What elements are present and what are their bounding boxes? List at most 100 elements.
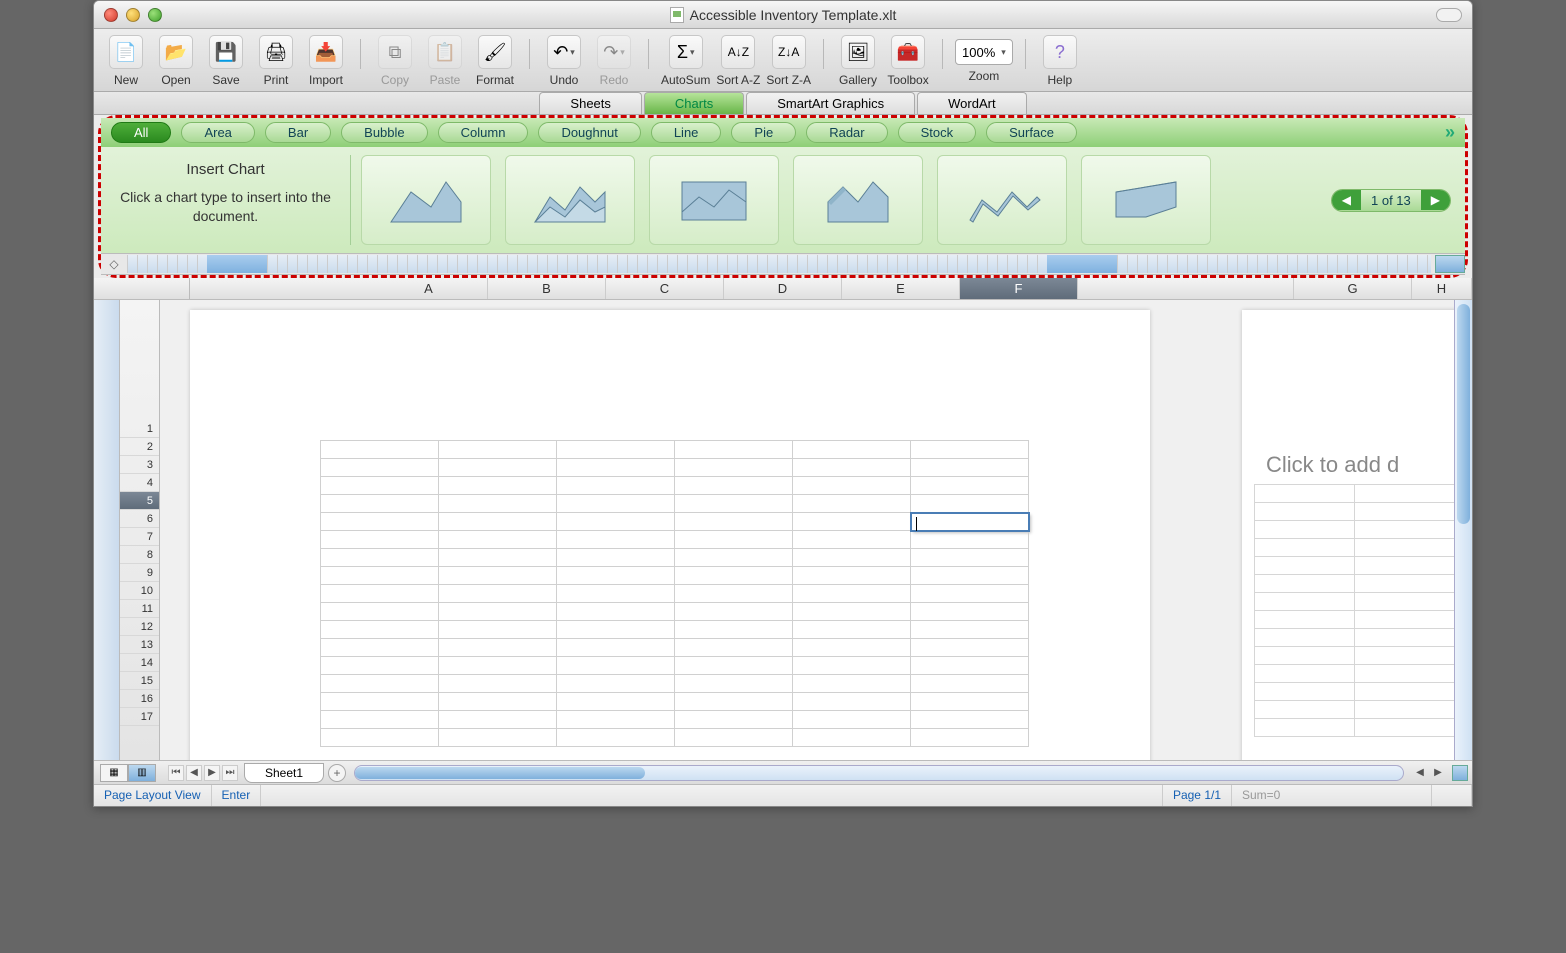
open-button[interactable]: 📂Open bbox=[154, 35, 198, 87]
chart-thumb-2[interactable] bbox=[505, 155, 635, 245]
col-header-e[interactable]: E bbox=[842, 278, 960, 299]
chart-cat-bar[interactable]: Bar bbox=[265, 122, 331, 143]
sheet-prev-button[interactable]: ◀ bbox=[186, 765, 202, 781]
row-header-15[interactable]: 15 bbox=[120, 672, 159, 690]
row-header-8[interactable]: 8 bbox=[120, 546, 159, 564]
row-header-13[interactable]: 13 bbox=[120, 636, 159, 654]
status-view: Page Layout View bbox=[94, 785, 212, 806]
sheet-last-button[interactable]: ⏭ bbox=[222, 765, 238, 781]
sheet-first-button[interactable]: ⏮ bbox=[168, 765, 184, 781]
zoom-control[interactable]: 100%▾ Zoom bbox=[955, 35, 1013, 83]
chart-thumb-6[interactable] bbox=[1081, 155, 1211, 245]
add-sheet-button[interactable]: + bbox=[328, 764, 346, 782]
view-toggle: ▦ ▥ bbox=[100, 764, 156, 782]
tab-smartart[interactable]: SmartArt Graphics bbox=[746, 92, 915, 114]
chart-thumb-1[interactable] bbox=[361, 155, 491, 245]
row-header-6[interactable]: 6 bbox=[120, 510, 159, 528]
print-button[interactable]: 🖨Print bbox=[254, 35, 298, 87]
tab-wordart[interactable]: WordArt bbox=[917, 92, 1026, 114]
redo-button[interactable]: ↷▾Redo bbox=[592, 35, 636, 87]
row-header-17[interactable]: 17 bbox=[120, 708, 159, 726]
status-sum: Sum=0 bbox=[1232, 785, 1432, 806]
elements-gallery-tabs: Sheets Charts SmartArt Graphics WordArt bbox=[94, 92, 1472, 115]
sort-az-button[interactable]: A↓ZSort A-Z bbox=[716, 35, 760, 87]
row-header-2[interactable]: 2 bbox=[120, 438, 159, 456]
paste-button[interactable]: 📋Paste bbox=[423, 35, 467, 87]
window-title: Accessible Inventory Template.xlt bbox=[690, 7, 897, 23]
row-header-11[interactable]: 11 bbox=[120, 600, 159, 618]
chart-cat-line[interactable]: Line bbox=[651, 122, 722, 143]
chart-cat-doughnut[interactable]: Doughnut bbox=[538, 122, 640, 143]
row-header-4[interactable]: 4 bbox=[120, 474, 159, 492]
format-button[interactable]: 🖌Format bbox=[473, 35, 517, 87]
col-header-d[interactable]: D bbox=[724, 278, 842, 299]
tab-charts[interactable]: Charts bbox=[644, 92, 744, 114]
row-header-7[interactable]: 7 bbox=[120, 528, 159, 546]
row-header-9[interactable]: 9 bbox=[120, 564, 159, 582]
undo-button[interactable]: ↶▾Undo bbox=[542, 35, 586, 87]
chart-cat-area[interactable]: Area bbox=[181, 122, 254, 143]
vertical-scrollbar[interactable] bbox=[1454, 300, 1472, 760]
chart-cat-surface[interactable]: Surface bbox=[986, 122, 1077, 143]
normal-view-button[interactable]: ▦ bbox=[100, 764, 128, 782]
tab-sheets[interactable]: Sheets bbox=[539, 92, 641, 114]
row-header-14[interactable]: 14 bbox=[120, 654, 159, 672]
chart-cat-stock[interactable]: Stock bbox=[898, 122, 977, 143]
row-header-16[interactable]: 16 bbox=[120, 690, 159, 708]
col-header-h[interactable]: H bbox=[1412, 278, 1472, 299]
chart-cat-pie[interactable]: Pie bbox=[731, 122, 796, 143]
vertical-ruler[interactable] bbox=[94, 300, 120, 760]
chart-thumb-4[interactable] bbox=[793, 155, 923, 245]
chart-cat-column[interactable]: Column bbox=[438, 122, 529, 143]
toolbox-button[interactable]: 🧰Toolbox bbox=[886, 35, 930, 87]
header-placeholder[interactable]: Click to add d bbox=[1266, 452, 1460, 478]
cells-grid[interactable] bbox=[320, 440, 1030, 747]
chart-cat-radar[interactable]: Radar bbox=[806, 122, 887, 143]
import-button[interactable]: 📥Import bbox=[304, 35, 348, 87]
chart-thumb-3[interactable] bbox=[649, 155, 779, 245]
scroll-right-button[interactable]: ▶ bbox=[1430, 765, 1446, 781]
ruler-origin-button[interactable]: ◇ bbox=[101, 257, 127, 271]
split-handle[interactable] bbox=[1452, 765, 1468, 781]
page-layout-canvas[interactable]: Click to add d bbox=[160, 300, 1472, 760]
row-header-10[interactable]: 10 bbox=[120, 582, 159, 600]
sort-za-button[interactable]: Z↓ASort Z-A bbox=[766, 35, 811, 87]
more-categories-icon[interactable]: » bbox=[1445, 122, 1455, 143]
close-window-button[interactable] bbox=[104, 8, 118, 22]
col-header-b[interactable]: B bbox=[488, 278, 606, 299]
minimize-window-button[interactable] bbox=[126, 8, 140, 22]
new-button[interactable]: 📄New bbox=[104, 35, 148, 87]
chart-cat-all[interactable]: All bbox=[111, 122, 171, 143]
gallery-button[interactable]: 🖼Gallery bbox=[836, 35, 880, 87]
toolbar-toggle-pill[interactable] bbox=[1436, 8, 1462, 22]
copy-button[interactable]: ⧉Copy bbox=[373, 35, 417, 87]
vertical-scroll-thumb[interactable] bbox=[1457, 304, 1470, 524]
pager-next-button[interactable]: ▶ bbox=[1421, 190, 1450, 210]
sheet-next-button[interactable]: ▶ bbox=[204, 765, 220, 781]
page-layout-view-button[interactable]: ▥ bbox=[128, 764, 156, 782]
scroll-left-button[interactable]: ◀ bbox=[1412, 765, 1428, 781]
col-header-f[interactable]: F bbox=[960, 278, 1078, 299]
gallery-pager: ◀ 1 of 13 ▶ bbox=[1331, 189, 1451, 212]
chart-thumb-5[interactable] bbox=[937, 155, 1067, 245]
zoom-window-button[interactable] bbox=[148, 8, 162, 22]
col-header-a[interactable]: A bbox=[370, 278, 488, 299]
horizontal-scrollbar[interactable] bbox=[354, 765, 1404, 781]
sheet-tab-1[interactable]: Sheet1 bbox=[244, 763, 324, 783]
row-header-3[interactable]: 3 bbox=[120, 456, 159, 474]
horizontal-scroll-thumb[interactable] bbox=[355, 767, 645, 779]
row-header-12[interactable]: 12 bbox=[120, 618, 159, 636]
select-all-corner[interactable] bbox=[94, 278, 190, 299]
row-header-5[interactable]: 5 bbox=[120, 492, 159, 510]
cells-grid-2[interactable] bbox=[1254, 484, 1460, 737]
col-header-c[interactable]: C bbox=[606, 278, 724, 299]
save-button[interactable]: 💾Save bbox=[204, 35, 248, 87]
row-header-1[interactable]: 1 bbox=[120, 420, 159, 438]
col-header-g[interactable]: G bbox=[1294, 278, 1412, 299]
ruler-right-handle[interactable] bbox=[1435, 255, 1465, 273]
autosum-button[interactable]: Σ▾AutoSum bbox=[661, 35, 710, 87]
horizontal-ruler[interactable] bbox=[127, 255, 1431, 273]
pager-prev-button[interactable]: ◀ bbox=[1332, 190, 1361, 210]
chart-cat-bubble[interactable]: Bubble bbox=[341, 122, 427, 143]
help-button[interactable]: ?Help bbox=[1038, 35, 1082, 87]
